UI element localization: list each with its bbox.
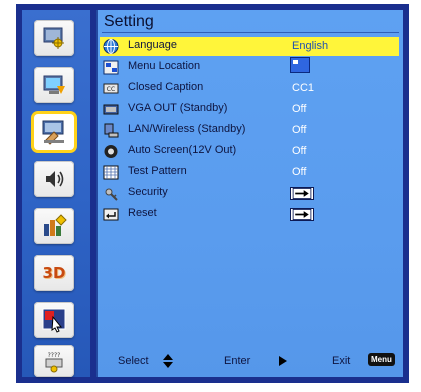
row-label: Reset: [128, 207, 157, 219]
row-value[interactable]: English: [292, 40, 328, 52]
volume-icon: [46, 171, 64, 187]
closed-caption-icon: CC: [103, 83, 119, 94]
svg-text:CC: CC: [107, 86, 115, 93]
menu-row-auto-screen[interactable]: Auto Screen(12V Out) Off: [100, 142, 399, 161]
sidebar-item-picture[interactable]: [34, 20, 74, 56]
lan-wireless-icon: [104, 123, 119, 138]
row-value[interactable]: Off: [292, 103, 306, 115]
footer-exit-label: Exit: [332, 355, 351, 367]
menu-row-test-pattern[interactable]: Test Pattern Off: [100, 163, 399, 182]
sidebar-item-volume[interactable]: [34, 161, 74, 197]
right-arrow-icon: [279, 356, 287, 366]
sidebar-item-lan[interactable]: ????: [34, 345, 74, 377]
sidebar: 3D ????: [22, 10, 90, 377]
security-icon: [105, 188, 118, 201]
menu-row-closed-caption[interactable]: CC Closed Caption CC1: [100, 79, 399, 98]
picture-adjust-icon: [43, 27, 64, 49]
row-value[interactable]: CC1: [292, 82, 314, 94]
row-value[interactable]: Off: [292, 166, 306, 178]
main-panel: Setting Language English Menu Location C…: [96, 10, 403, 377]
svg-text:????: ????: [48, 352, 61, 359]
menu-key-icon: Menu: [368, 353, 395, 366]
enter-arrow-icon[interactable]: [290, 187, 314, 200]
menu-row-security[interactable]: Security: [100, 184, 399, 203]
menu-row-menu-location[interactable]: Menu Location: [100, 57, 399, 77]
row-label: Closed Caption: [128, 81, 204, 93]
footer-select-label: Select: [118, 355, 149, 367]
menu-row-reset[interactable]: Reset: [100, 205, 399, 224]
enter-arrow-icon[interactable]: [290, 208, 314, 221]
row-label: VGA OUT (Standby): [128, 102, 228, 114]
footer-enter-label: Enter: [224, 355, 251, 367]
lan-icon: ????: [45, 352, 63, 373]
vga-out-icon: [103, 104, 119, 115]
row-label: Security: [128, 186, 168, 198]
row-label: Menu Location: [128, 60, 201, 72]
sidebar-item-display[interactable]: [34, 67, 74, 103]
row-label: Auto Screen(12V Out): [128, 144, 237, 156]
sidebar-item-interactive[interactable]: [34, 302, 74, 338]
sidebar-item-setting[interactable]: [34, 114, 74, 150]
3d-icon: 3D: [42, 264, 66, 282]
row-label: Language: [128, 39, 177, 51]
language-globe-icon: [103, 39, 119, 54]
page-title: Setting: [104, 13, 154, 30]
menu-row-vga-out[interactable]: VGA OUT (Standby) Off: [100, 100, 399, 119]
title-divider: [102, 32, 399, 33]
reset-icon: [103, 208, 119, 221]
menu-row-language[interactable]: Language English: [100, 37, 399, 56]
test-pattern-icon: [103, 165, 119, 180]
menu-row-lan-wireless[interactable]: LAN/Wireless (Standby) Off: [100, 121, 399, 140]
setting-icon: [42, 120, 64, 145]
display-icon: [43, 75, 65, 94]
menu-location-icon: [103, 60, 119, 75]
menu-location-preview-icon[interactable]: [290, 57, 310, 73]
options-icon: [44, 214, 67, 236]
row-label: LAN/Wireless (Standby): [128, 123, 246, 135]
row-value[interactable]: Off: [292, 145, 306, 157]
interactive-icon: [42, 308, 66, 333]
osd-menu-frame: 3D ???? Setting Language English Menu Lo…: [16, 4, 409, 383]
auto-screen-icon: [104, 145, 118, 158]
row-value[interactable]: Off: [292, 124, 306, 136]
updown-arrow-icon: [163, 354, 173, 368]
footer-hints: Select Enter Exit Menu: [98, 353, 403, 369]
sidebar-item-3d[interactable]: 3D: [34, 255, 74, 291]
sidebar-item-options[interactable]: [34, 208, 74, 244]
row-label: Test Pattern: [128, 165, 187, 177]
